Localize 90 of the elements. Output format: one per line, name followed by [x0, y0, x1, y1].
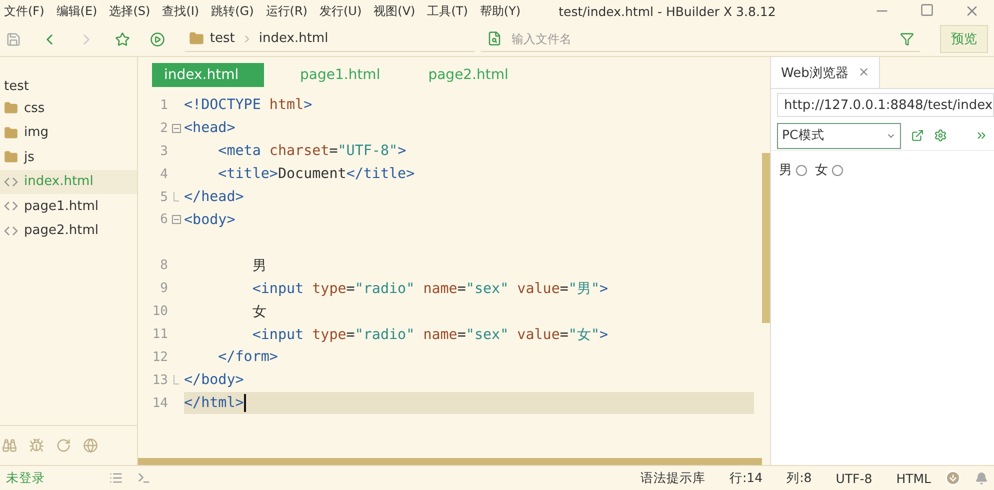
code-line: 女	[251, 302, 266, 321]
filter-icon[interactable]	[900, 32, 914, 46]
code-line: <!DOCTYPE html>	[184, 97, 312, 114]
line-number: 1	[159, 98, 168, 113]
radio-button[interactable]	[832, 164, 843, 176]
window-title: test/index.html - HBuilder X 3.8.12	[558, 4, 777, 18]
bell-icon[interactable]	[975, 472, 988, 484]
bug-icon[interactable]	[29, 438, 44, 453]
menu-item[interactable]: 文件(F)	[4, 2, 44, 20]
vertical-scrollbar[interactable]	[762, 153, 770, 323]
list-icon[interactable]	[109, 471, 123, 485]
code-line: </body>	[184, 372, 244, 388]
code-line: 男	[251, 257, 266, 276]
file-tree-item[interactable]: js	[0, 145, 137, 170]
status-item: UTF-8	[836, 470, 872, 486]
code-file-icon	[4, 201, 18, 212]
file-tree-item[interactable]: page2.html	[0, 218, 137, 243]
line-number: 14	[151, 396, 168, 411]
url-field[interactable]: http://127.0.0.1:8848/test/index	[777, 93, 994, 117]
fold-icon[interactable]	[172, 215, 180, 224]
search-icon	[486, 31, 502, 46]
status-item: 行:14	[729, 470, 763, 486]
code-line: <meta charset="UTF-8">	[217, 143, 406, 160]
status-item: HTML	[896, 470, 931, 486]
line-number: 6	[159, 212, 168, 228]
mode-select[interactable]: PC模式	[777, 122, 901, 148]
menu-item[interactable]: 选择(S)	[109, 2, 150, 20]
project-name[interactable]: test	[0, 57, 137, 96]
menu-item[interactable]: 帮助(Y)	[480, 2, 521, 20]
folder-icon	[4, 150, 18, 164]
folder-icon	[4, 101, 18, 116]
run-icon[interactable]	[150, 32, 165, 46]
file-tree-item[interactable]: img	[0, 120, 137, 145]
refresh-icon[interactable]	[56, 438, 71, 453]
fold-end-icon	[173, 192, 179, 202]
code-line: </form>	[217, 349, 278, 366]
code-line: </head>	[184, 189, 244, 205]
line-number: 4	[159, 166, 168, 182]
line-number: 10	[151, 304, 168, 319]
code-line: <input type="radio" name="sex" value="男">	[251, 280, 608, 298]
line-number: 5	[159, 190, 168, 204]
close-tab-button[interactable]: ×	[858, 65, 870, 80]
line-number: 13	[151, 372, 168, 388]
menu-item[interactable]: 工具(T)	[427, 2, 468, 20]
maximize-icon[interactable]	[920, 3, 934, 17]
menu-item[interactable]: 运行(R)	[266, 2, 308, 20]
binoculars-icon[interactable]	[2, 438, 17, 453]
line-number: 11	[151, 326, 168, 342]
code-file-icon	[4, 176, 18, 187]
line-number: 9	[159, 281, 168, 296]
radio-button[interactable]	[796, 164, 807, 176]
save-icon[interactable]	[6, 32, 21, 46]
horizontal-scrollbar[interactable]	[138, 458, 762, 465]
more-icon[interactable]	[975, 129, 988, 142]
radio-label: 女	[815, 162, 828, 179]
line-number: 12	[151, 350, 168, 365]
code-line: <body>	[184, 212, 236, 228]
file-tree-item[interactable]: page1.html	[0, 194, 137, 218]
star-icon[interactable]	[114, 32, 130, 46]
menu-item[interactable]: 视图(V)	[374, 2, 416, 20]
breadcrumb-item[interactable]: test	[210, 31, 235, 46]
settings-icon[interactable]	[934, 129, 947, 142]
terminal-icon[interactable]	[137, 471, 151, 485]
open-external-icon[interactable]	[911, 129, 924, 142]
text-cursor	[244, 394, 246, 412]
radio-label: 男	[779, 162, 792, 179]
code-file-icon	[4, 226, 18, 236]
breadcrumb-item[interactable]: index.html	[258, 31, 328, 46]
browser-tab[interactable]: Web浏览器 ×	[771, 57, 880, 88]
line-number: 8	[159, 258, 168, 274]
status-item: 列:8	[786, 470, 812, 486]
file-search-field[interactable]: 输入文件名	[510, 30, 892, 46]
folder-icon	[4, 126, 18, 140]
menu-item[interactable]: 发行(U)	[319, 2, 362, 20]
code-line: <title>Document</title>	[217, 166, 415, 182]
line-number: 3	[159, 144, 168, 159]
globe-icon[interactable]	[83, 438, 98, 453]
line-number: 2	[159, 120, 168, 136]
fold-end-icon	[173, 375, 179, 386]
menu-item[interactable]: 编辑(E)	[56, 2, 98, 20]
code-line: </html>	[184, 395, 244, 412]
folder-icon	[188, 31, 204, 46]
file-tree-item[interactable]: css	[0, 96, 137, 120]
menu-item[interactable]: 跳转(G)	[211, 2, 254, 20]
menu-item[interactable]: 查找(I)	[162, 2, 200, 20]
code-line: <head>	[184, 120, 236, 136]
status-item: 语法提示库	[640, 470, 706, 486]
download-icon[interactable]	[945, 470, 961, 486]
fold-icon[interactable]	[172, 124, 180, 133]
code-line: <input type="radio" name="sex" value="女">	[251, 326, 608, 344]
